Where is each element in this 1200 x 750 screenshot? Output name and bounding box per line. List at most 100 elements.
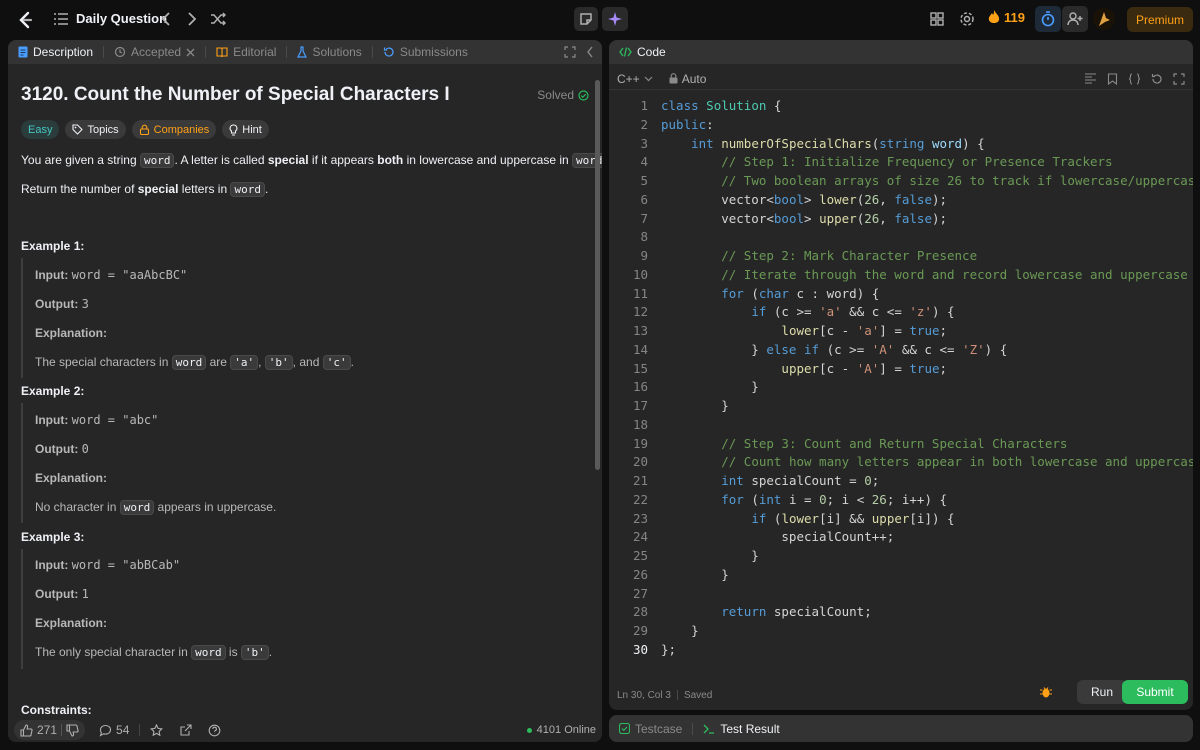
prev-question-button[interactable] — [158, 10, 174, 28]
companies-label: Companies — [153, 123, 210, 136]
ai-assistant-button[interactable] — [602, 7, 628, 31]
tab-code[interactable]: Code — [609, 40, 676, 64]
code-line[interactable]: 30}; — [609, 641, 1193, 659]
divider — [61, 724, 63, 736]
code-line[interactable]: 3 int numberOfSpecialChars(string word) … — [609, 135, 1193, 153]
line-number: 22 — [632, 491, 648, 507]
code-text: int numberOfSpecialChars(string word) { — [691, 135, 985, 151]
tab-solutions[interactable]: Solutions — [287, 40, 371, 64]
comments-button[interactable]: 54 — [99, 723, 129, 737]
line-number: 25 — [632, 548, 648, 563]
like-button[interactable]: 271 — [20, 723, 57, 737]
submit-button[interactable]: Submit — [1122, 680, 1188, 704]
line-number: 17 — [632, 398, 648, 413]
code-line[interactable]: 1 class Solution { — [609, 97, 1193, 115]
streak-counter[interactable]: 119 — [988, 10, 1025, 25]
hint-tag[interactable]: Hint — [222, 120, 269, 139]
code-line[interactable]: 19 // Step 3: Count and Return Special C… — [609, 435, 1193, 453]
constraints-title: Constraints: — [21, 703, 92, 717]
auto-mode-toggle[interactable]: Auto — [669, 72, 706, 86]
code-line[interactable]: 7 vector<bool> upper(26, false); — [609, 210, 1193, 228]
premium-button[interactable]: Premium — [1127, 7, 1193, 32]
chevron-left-icon[interactable] — [586, 46, 594, 58]
topics-tag[interactable]: Topics — [65, 120, 126, 139]
code-line[interactable]: 18 — [609, 416, 1193, 434]
tag-row: Easy Topics Companies Hint — [21, 120, 269, 139]
help-button[interactable] — [208, 724, 221, 737]
code-editor[interactable]: 1 class Solution {2 public: 3 int numberOfS… — [609, 95, 1193, 670]
tab-testcase[interactable]: Testcase — [609, 717, 692, 741]
bookmark-icon[interactable] — [1107, 72, 1118, 85]
favorite-button[interactable] — [150, 723, 164, 737]
debug-button[interactable] — [1039, 685, 1053, 699]
maximize-icon[interactable] — [564, 46, 576, 58]
close-icon[interactable] — [186, 48, 195, 57]
share-button[interactable] — [179, 723, 192, 737]
input-value: word = "aaAbcBC" — [71, 268, 188, 282]
code-text: } — [661, 398, 729, 413]
code-line[interactable]: 27 — [609, 585, 1193, 603]
tab-description[interactable]: Description — [8, 40, 103, 64]
divider — [139, 724, 141, 736]
code-line[interactable]: 24 specialCount++; — [609, 528, 1193, 546]
code-line[interactable]: 4 // Step 1: Initialize Frequency or Pre… — [609, 153, 1193, 171]
code-line[interactable]: 26 } — [609, 566, 1193, 584]
code-line[interactable]: 21 int specialCount = 0; — [609, 472, 1193, 490]
reset-icon[interactable] — [1151, 73, 1163, 85]
language-select[interactable]: C++ — [617, 72, 653, 86]
code-line[interactable]: 2 public: — [609, 116, 1193, 134]
line-number: 16 — [632, 379, 648, 395]
code-line[interactable]: 23 if (lower[i] && upper[i]) { — [609, 510, 1193, 528]
run-button[interactable]: Run — [1077, 680, 1127, 704]
divider — [676, 690, 678, 700]
code-line[interactable]: 10 // Iterate through the word and recor… — [609, 266, 1193, 284]
code-line[interactable]: 20 // Count how many letters appear in b… — [609, 453, 1193, 471]
layout-button[interactable] — [928, 10, 946, 28]
code-line[interactable]: 12 if (c >= 'a' && c <= 'z') { — [609, 303, 1193, 321]
example-1-explanation: The special characters in word are 'a' , … — [35, 355, 354, 370]
code-line[interactable]: 9 // Step 2: Mark Character Presence — [609, 247, 1193, 265]
code-line[interactable]: 28 return specialCount; — [609, 603, 1193, 621]
dislike-button[interactable] — [66, 723, 79, 737]
add-user-button[interactable] — [1062, 6, 1088, 32]
code-line[interactable]: 14 } else if (c >= 'A' && c <= 'Z') { — [609, 341, 1193, 359]
maximize-icon[interactable] — [1173, 72, 1185, 85]
problem-title[interactable]: 3120. Count the Number of Special Charac… — [21, 84, 450, 106]
chevron-left-icon — [161, 12, 170, 26]
settings-button[interactable] — [958, 10, 976, 28]
code-line[interactable]: 5 // Two boolean arrays of size 26 to tr… — [609, 172, 1193, 190]
difficulty-badge: Easy — [21, 120, 60, 139]
timer-button[interactable] — [1035, 6, 1061, 32]
shuffle-button[interactable] — [209, 10, 227, 28]
code-line[interactable]: 17 } — [609, 397, 1193, 415]
problem-return-statement: Return the number of special letters in … — [21, 181, 268, 198]
line-number: 7 — [640, 210, 648, 226]
code-line[interactable]: 29 } — [609, 622, 1193, 640]
code-line[interactable]: 13 lower[c - 'a'] = true; — [609, 322, 1193, 340]
online-status: 4101 Online — [526, 724, 596, 736]
code-line[interactable]: 11 for (char c : word) { — [609, 285, 1193, 303]
next-question-button[interactable] — [184, 10, 200, 28]
inline-code: word — [191, 645, 226, 660]
input-value: word = "abc" — [71, 413, 159, 427]
companies-tag[interactable]: Companies — [131, 120, 217, 139]
problem-list-button[interactable]: Daily Question — [54, 11, 167, 26]
format-icon[interactable] — [1084, 72, 1097, 84]
tab-test-result[interactable]: Test Result — [693, 717, 789, 741]
leetcode-logo-icon[interactable] — [14, 9, 36, 31]
description-scrollbar[interactable] — [595, 80, 600, 470]
avatar[interactable] — [1093, 8, 1115, 30]
code-line[interactable]: 15 upper[c - 'A'] = true; — [609, 360, 1193, 378]
code-text: upper[c - 'A'] = true; — [781, 360, 948, 376]
vote-group: 271 — [14, 720, 86, 740]
code-line[interactable]: 8 — [609, 228, 1193, 246]
notes-button[interactable] — [574, 7, 598, 31]
braces-icon[interactable] — [1128, 72, 1141, 85]
tab-accepted[interactable]: Accepted — [104, 40, 205, 64]
code-line[interactable]: 16 } — [609, 378, 1193, 396]
tab-submissions[interactable]: Submissions — [373, 40, 478, 64]
code-line[interactable]: 6 vector<bool> lower(26, false); — [609, 191, 1193, 209]
code-line[interactable]: 22 for (int i = 0; i < 26; i++) { — [609, 491, 1193, 509]
tab-editorial[interactable]: Editorial — [206, 40, 286, 64]
code-line[interactable]: 25 } — [609, 547, 1193, 565]
